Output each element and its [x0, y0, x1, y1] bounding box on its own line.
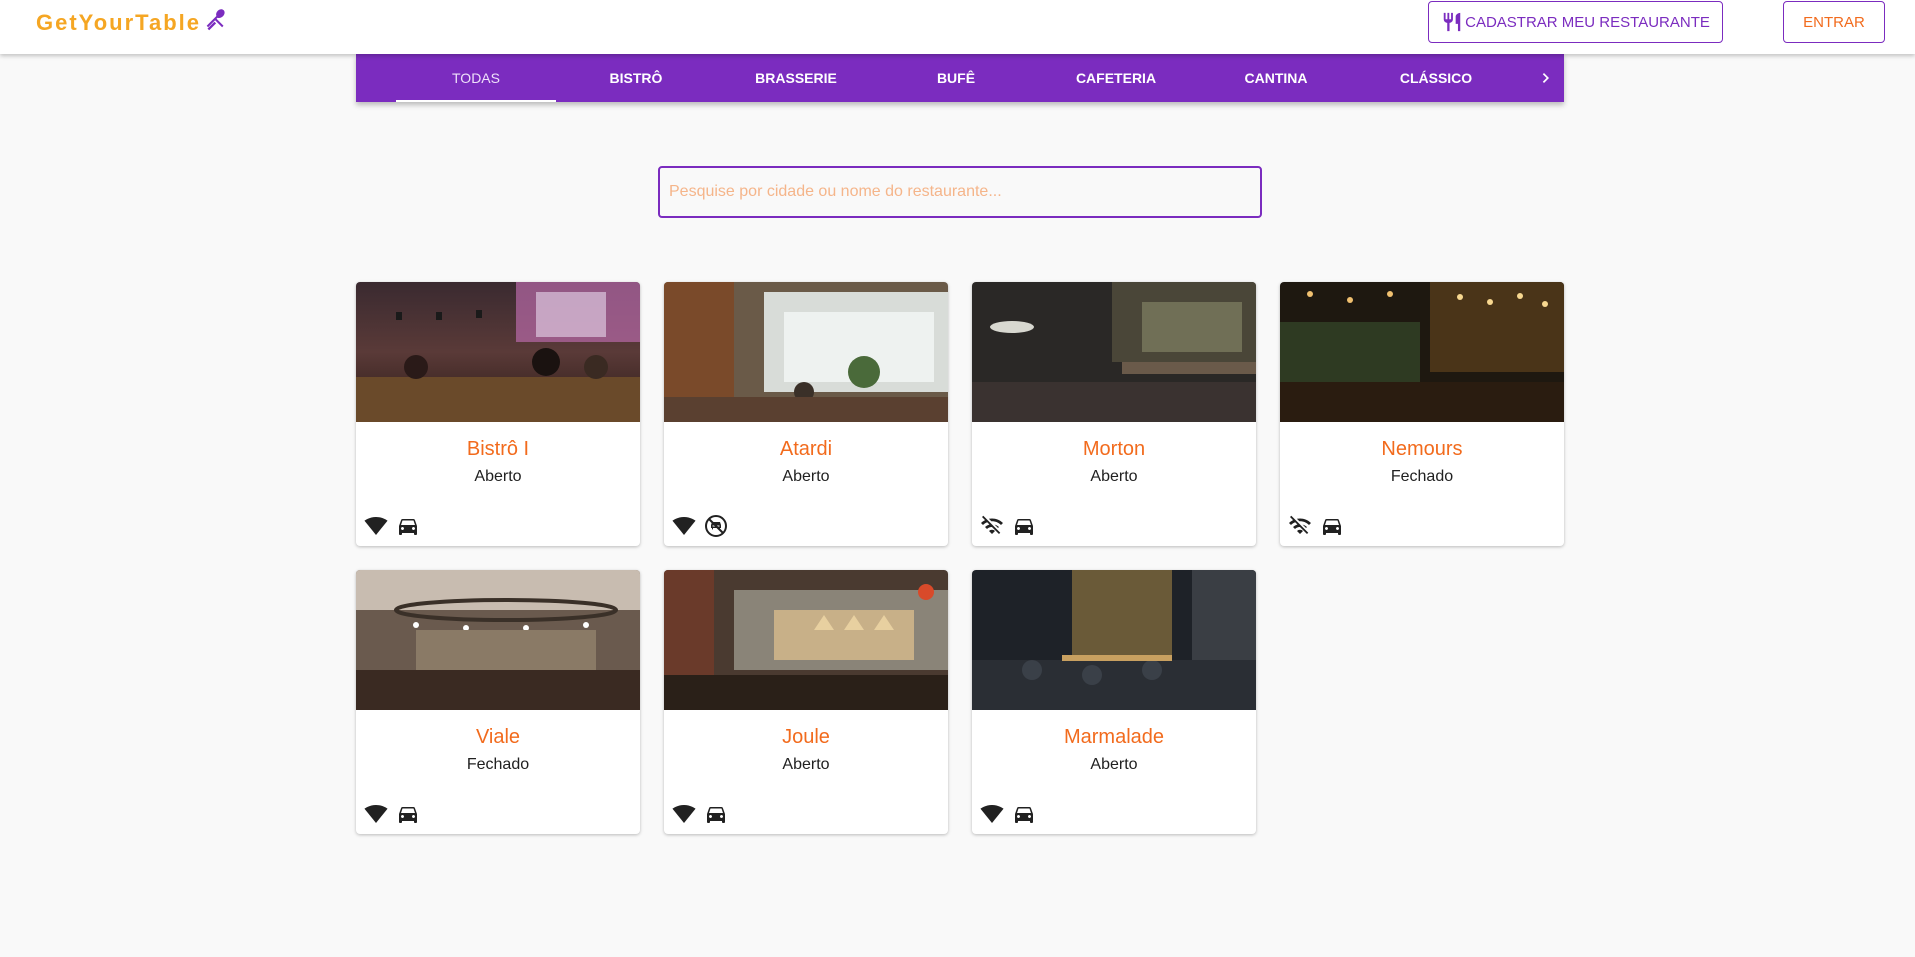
restaurant-photo — [664, 282, 948, 422]
restaurant-card[interactable]: Atardi Aberto — [664, 282, 948, 546]
wifi-icon — [980, 805, 1004, 823]
restaurant-card[interactable]: Bistrô I Aberto — [356, 282, 640, 546]
amenity-icons — [364, 514, 428, 538]
car-icon — [399, 807, 417, 823]
no-parking-icon — [705, 515, 727, 537]
tab-label: TODAS — [452, 70, 500, 86]
amenity-icons — [672, 802, 736, 826]
wifi-off-icon — [981, 515, 1003, 534]
fork-knife-cross-icon — [206, 9, 225, 31]
brand-logo[interactable]: GetYourTable — [36, 9, 227, 36]
wifi-icon — [672, 517, 696, 535]
brand-name: GetYourTable — [36, 10, 201, 35]
car-icon — [1015, 807, 1033, 823]
tab-label: BUFÊ — [936, 70, 976, 86]
search-field[interactable] — [658, 166, 1262, 218]
tab-cafeteria[interactable]: CAFETERIA — [1036, 54, 1196, 102]
tab-label: CANTINA — [1244, 70, 1308, 86]
car-icon — [707, 807, 725, 823]
restaurant-card[interactable]: Nemours Fechado — [1280, 282, 1564, 546]
tab-bistro[interactable]: BISTRÔ — [556, 54, 716, 102]
restaurant-card[interactable]: Morton Aberto — [972, 282, 1256, 546]
tab-todas[interactable]: TODAS — [396, 54, 556, 102]
login-label: ENTRAR — [1803, 13, 1865, 31]
amenity-icons — [672, 514, 736, 538]
tab-label: BRASSERIE — [755, 70, 837, 86]
car-icon — [1323, 519, 1341, 535]
car-icon — [399, 519, 417, 535]
restaurant-name: Bistrô I — [466, 438, 530, 460]
wifi-icon — [672, 805, 696, 823]
tab-label: BISTRÔ — [609, 70, 663, 86]
tab-label: CLÁSSICO — [1399, 70, 1473, 86]
wifi-off-icon — [1289, 515, 1311, 534]
tab-bufe[interactable]: BUFÊ — [876, 54, 1036, 102]
restaurant-status: Fechado — [1390, 468, 1454, 485]
register-restaurant-button[interactable]: CADASTRAR MEU RESTAURANTE — [1428, 1, 1723, 43]
restaurant-photo — [1280, 282, 1564, 422]
wifi-icon — [364, 805, 388, 823]
car-icon — [1015, 519, 1033, 535]
restaurant-photo — [356, 570, 640, 710]
restaurant-photo — [356, 282, 640, 422]
wifi-icon — [364, 517, 388, 535]
restaurant-name: Marmalade — [1063, 726, 1165, 748]
login-button[interactable]: ENTRAR — [1783, 1, 1885, 43]
amenity-icons — [364, 802, 428, 826]
restaurant-name: Joule — [782, 726, 830, 748]
restaurant-name: Morton — [1082, 438, 1146, 460]
restaurant-photo — [664, 570, 948, 710]
restaurant-photo — [972, 282, 1256, 422]
search-input[interactable] — [660, 168, 1260, 216]
restaurant-photo — [972, 570, 1256, 710]
category-tabs: TODAS BISTRÔ BRASSERIE BUFÊ CAFETERIA CA… — [356, 54, 1564, 102]
chevron-right-icon[interactable] — [1534, 66, 1558, 90]
tab-brasserie[interactable]: BRASSERIE — [716, 54, 876, 102]
restaurant-status: Fechado — [466, 756, 530, 773]
tab-label: CAFETERIA — [1075, 70, 1157, 86]
tab-cantina[interactable]: CANTINA — [1196, 54, 1356, 102]
restaurant-card[interactable]: Joule Aberto — [664, 570, 948, 834]
amenity-icons — [980, 514, 1044, 538]
restaurant-card[interactable]: Viale Fechado — [356, 570, 640, 834]
restaurant-name: Nemours — [1381, 438, 1463, 460]
restaurant-status: Aberto — [782, 756, 830, 773]
register-restaurant-label: CADASTRAR MEU RESTAURANTE — [1465, 13, 1710, 31]
restaurant-name: Atardi — [779, 438, 833, 460]
tab-classico[interactable]: CLÁSSICO — [1356, 54, 1516, 102]
restaurant-status: Aberto — [782, 468, 830, 485]
restaurant-icon — [1443, 12, 1461, 32]
restaurant-card[interactable]: Marmalade Aberto — [972, 570, 1256, 834]
restaurant-status: Aberto — [474, 468, 522, 485]
amenity-icons — [980, 802, 1044, 826]
amenity-icons — [1288, 514, 1352, 538]
top-app-bar: GetYourTable CADASTRAR MEU RESTAURANTE E… — [0, 0, 1915, 54]
restaurant-status: Aberto — [1090, 756, 1138, 773]
restaurant-status: Aberto — [1090, 468, 1138, 485]
restaurant-name: Viale — [475, 726, 521, 748]
